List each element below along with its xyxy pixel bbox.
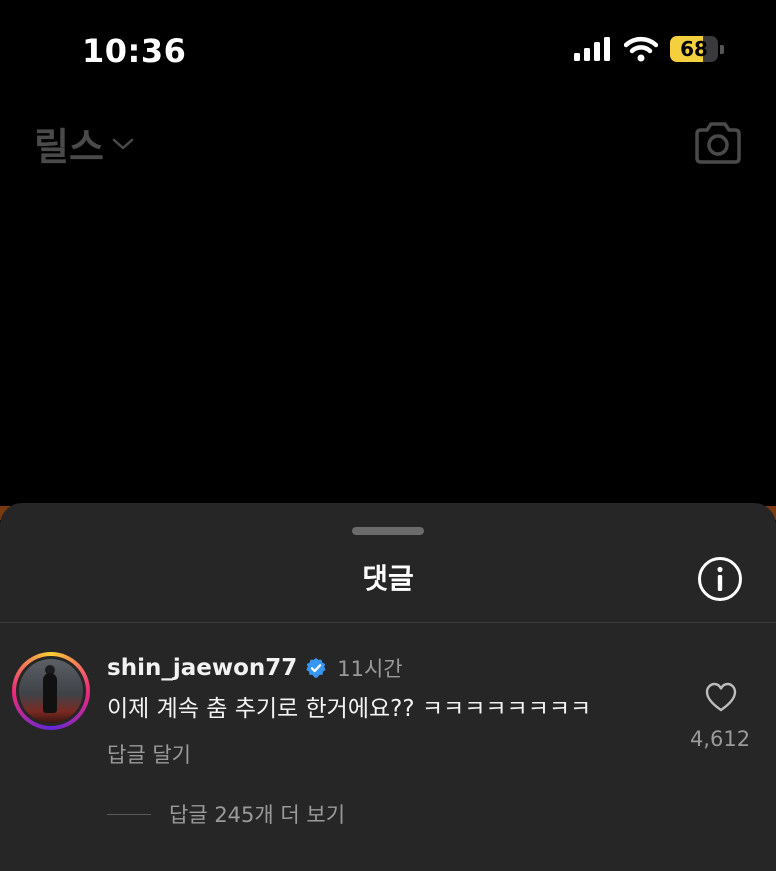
camera-icon[interactable] <box>693 120 743 166</box>
comment-header: shin_jaewon77 11시간 <box>107 653 403 683</box>
avatar-person <box>43 673 57 713</box>
battery-percent: 68 <box>680 37 708 61</box>
comment-time: 11시간 <box>337 657 403 681</box>
reply-button[interactable]: 답글 달기 <box>107 739 191 769</box>
comment-text: 이제 계속 춤 추기로 한거에요?? ㅋㅋㅋㅋㅋㅋㅋㅋ <box>107 696 592 722</box>
view-replies-label: 답글 245개 더 보기 <box>169 803 346 827</box>
verified-badge-icon <box>306 657 326 678</box>
reels-title-dropdown[interactable]: 릴스 <box>34 116 134 171</box>
avatar-inner <box>16 656 86 726</box>
battery-tip <box>720 44 724 54</box>
like-count: 4,612 <box>689 727 751 751</box>
battery-icon: 68 <box>670 36 718 62</box>
avatar[interactable] <box>12 652 90 730</box>
comment-username[interactable]: shin_jaewon77 <box>107 655 297 681</box>
comments-sheet: 댓글 shin_jaewon77 11시간 이제 계속 춤 추기로 한거에요??… <box>0 503 776 871</box>
sheet-title: 댓글 <box>362 562 414 595</box>
view-replies-line <box>107 813 151 815</box>
status-icons: 68 <box>574 36 724 62</box>
page-title: 릴스 <box>34 125 104 169</box>
info-icon[interactable] <box>697 556 743 602</box>
chevron-down-icon <box>112 138 134 149</box>
status-bar: 10:36 68 <box>0 0 776 100</box>
heart-icon[interactable] <box>704 681 738 713</box>
cellular-signal-icon <box>574 37 610 61</box>
status-time: 10:36 <box>82 32 187 70</box>
view-replies-button[interactable]: 답글 245개 더 보기 <box>107 799 345 829</box>
wifi-icon <box>624 36 658 62</box>
avatar-photo <box>19 659 83 723</box>
comment-item: shin_jaewon77 11시간 이제 계속 춤 추기로 한거에요?? ㅋㅋ… <box>0 623 776 871</box>
sheet-drag-handle[interactable] <box>352 527 424 535</box>
